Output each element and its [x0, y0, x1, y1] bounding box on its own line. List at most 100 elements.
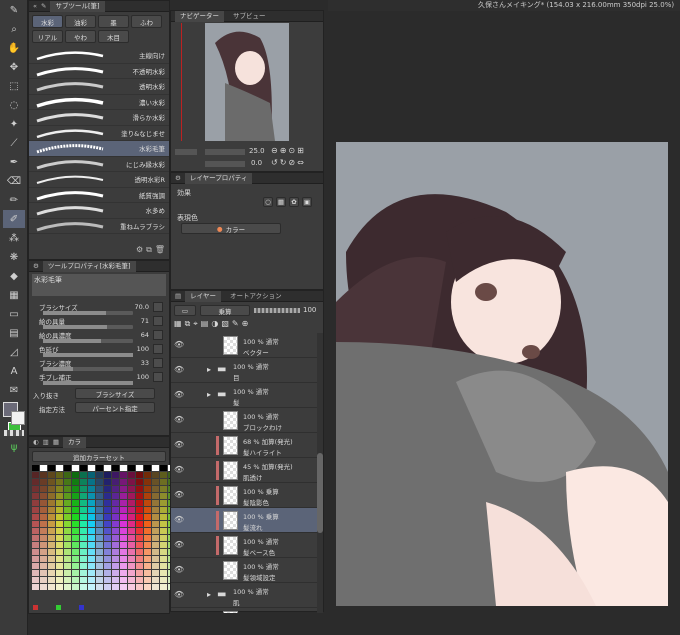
- color-swatch[interactable]: [64, 479, 71, 485]
- color-swatch[interactable]: [128, 556, 135, 562]
- layer-row[interactable]: 👁 100 % 通常 髪領域設定: [171, 558, 317, 583]
- color-swatch[interactable]: [152, 563, 159, 569]
- color-swatch[interactable]: [96, 556, 103, 562]
- watercolor-tool-icon[interactable]: ✐: [3, 210, 25, 228]
- canvas-artwork[interactable]: [336, 142, 668, 606]
- navigator-thumbnail[interactable]: [205, 23, 289, 141]
- color-swatch[interactable]: [104, 563, 111, 569]
- color-swatch[interactable]: [112, 528, 119, 534]
- color-swatch[interactable]: [120, 521, 127, 527]
- color-swatch[interactable]: [96, 514, 103, 520]
- color-swatch[interactable]: [88, 528, 95, 534]
- color-swatch[interactable]: [80, 479, 87, 485]
- color-swatch[interactable]: [136, 465, 143, 471]
- color-swatch[interactable]: [32, 577, 39, 583]
- color-swatch[interactable]: [32, 514, 39, 520]
- color-swatch[interactable]: [80, 535, 87, 541]
- color-swatch[interactable]: [144, 542, 151, 548]
- color-swatch[interactable]: [56, 493, 63, 499]
- color-swatch[interactable]: [104, 549, 111, 555]
- color-swatch[interactable]: [56, 577, 63, 583]
- color-swatch[interactable]: [72, 514, 79, 520]
- vector-icon[interactable]: ψ: [3, 438, 25, 456]
- color-swatch[interactable]: [104, 570, 111, 576]
- color-swatch[interactable]: [160, 486, 167, 492]
- color-swatch[interactable]: [56, 472, 63, 478]
- color-swatch[interactable]: [104, 577, 111, 583]
- brush-item[interactable]: 不透明水彩: [29, 64, 169, 79]
- color-swatch[interactable]: [56, 556, 63, 562]
- color-swatch[interactable]: [96, 507, 103, 513]
- color-swatch[interactable]: [56, 479, 63, 485]
- color-swatch[interactable]: [152, 521, 159, 527]
- color-swatch[interactable]: [40, 507, 47, 513]
- prop-paint-amount[interactable]: 絵の具量 71: [29, 316, 169, 330]
- color-swatch[interactable]: [48, 542, 55, 548]
- color-swatch[interactable]: [104, 528, 111, 534]
- color-swatch[interactable]: [64, 570, 71, 576]
- color-swatch[interactable]: [72, 493, 79, 499]
- color-swatch[interactable]: [64, 507, 71, 513]
- color-swatch[interactable]: [120, 577, 127, 583]
- eye-icon[interactable]: 👁: [174, 591, 184, 599]
- color-swatch[interactable]: [144, 549, 151, 555]
- color-swatch[interactable]: [136, 500, 143, 506]
- color-swatch[interactable]: [128, 535, 135, 541]
- color-swatch[interactable]: [64, 486, 71, 492]
- color-swatch[interactable]: [112, 535, 119, 541]
- color-swatch[interactable]: [40, 486, 47, 492]
- color-swatch[interactable]: [56, 563, 63, 569]
- color-swatch[interactable]: [96, 549, 103, 555]
- draft-icon[interactable]: ▤: [201, 319, 209, 331]
- transparent-color-icon[interactable]: [4, 430, 24, 436]
- slider-paint-amount[interactable]: [43, 325, 133, 329]
- color-swatch[interactable]: [72, 542, 79, 548]
- brush-item[interactable]: 塗り&なじませ: [29, 126, 169, 141]
- color-swatch[interactable]: [80, 577, 87, 583]
- color-swatch[interactable]: [160, 542, 167, 548]
- color-swatch[interactable]: [80, 570, 87, 576]
- color-swatch[interactable]: [96, 570, 103, 576]
- color-swatch[interactable]: [72, 486, 79, 492]
- color-swatch[interactable]: [160, 570, 167, 576]
- prop-brush-density[interactable]: ブラシ濃度 33: [29, 358, 169, 372]
- color-swatch[interactable]: [88, 479, 95, 485]
- color-swatch[interactable]: [112, 500, 119, 506]
- color-swatch[interactable]: [88, 514, 95, 520]
- color-swatch[interactable]: [32, 507, 39, 513]
- lasso-tool-icon[interactable]: ◌: [3, 96, 25, 114]
- color-swatch[interactable]: [104, 535, 111, 541]
- color-swatch[interactable]: [160, 549, 167, 555]
- color-swatch[interactable]: [40, 465, 47, 471]
- color-swatch[interactable]: [64, 500, 71, 506]
- color-set-dropdown[interactable]: 追加カラーセット: [32, 451, 166, 462]
- color-swatch[interactable]: [88, 465, 95, 471]
- eye-icon[interactable]: 👁: [174, 366, 184, 374]
- color-swatch[interactable]: [56, 542, 63, 548]
- color-swatch[interactable]: [160, 528, 167, 534]
- tab-color-set[interactable]: カラ: [62, 436, 86, 448]
- color-swatch[interactable]: [152, 472, 159, 478]
- layer-scrollbar[interactable]: [317, 333, 323, 613]
- color-swatch[interactable]: [96, 521, 103, 527]
- brush-item[interactable]: 重ねムラブラシ: [29, 219, 169, 234]
- color-swatch[interactable]: [104, 507, 111, 513]
- mask-icon[interactable]: ◑: [211, 319, 218, 331]
- color-swatch[interactable]: [144, 535, 151, 541]
- color-swatch[interactable]: [104, 493, 111, 499]
- color-swatch[interactable]: [120, 493, 127, 499]
- pencil-tool-icon[interactable]: ✏: [3, 191, 25, 209]
- color-swatch[interactable]: [80, 500, 87, 506]
- color-swatch[interactable]: [112, 493, 119, 499]
- group-wood[interactable]: 木目: [98, 30, 129, 43]
- color-swatch[interactable]: [152, 507, 159, 513]
- color-swatch[interactable]: [104, 514, 111, 520]
- color-swatch[interactable]: [160, 507, 167, 513]
- color-swatch[interactable]: [128, 500, 135, 506]
- color-swatch[interactable]: [120, 479, 127, 485]
- color-swatch[interactable]: [152, 584, 159, 590]
- slider-brush-size[interactable]: [43, 311, 133, 315]
- color-swatch[interactable]: [72, 556, 79, 562]
- color-swatch[interactable]: [32, 570, 39, 576]
- brush-tool-icon[interactable]: ✎: [3, 1, 25, 19]
